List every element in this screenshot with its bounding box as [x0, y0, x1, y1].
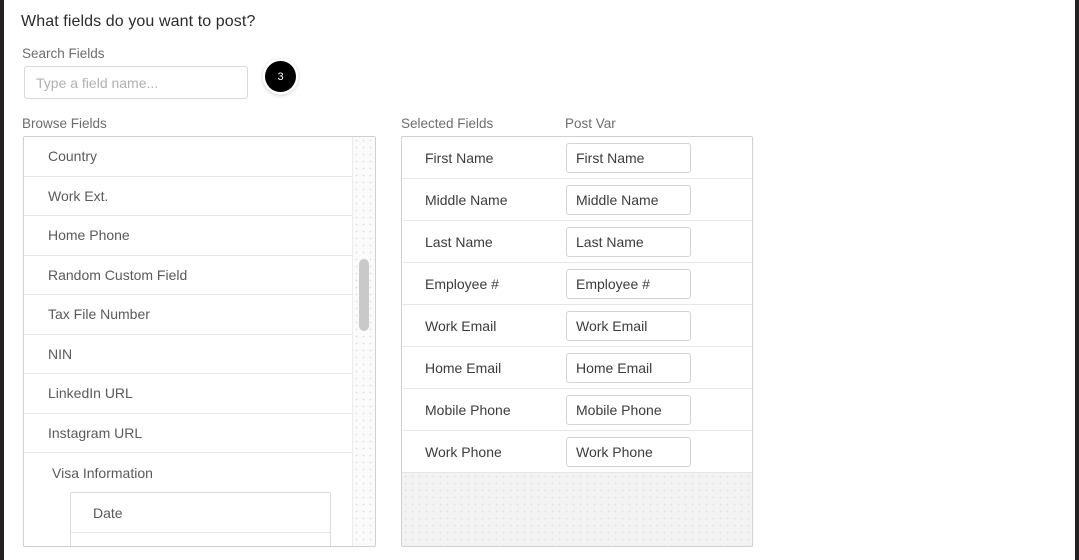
selected-field-row[interactable]: Home Email — [402, 347, 752, 389]
selected-field-name: Employee # — [425, 275, 499, 292]
selected-field-name: Middle Name — [425, 191, 508, 208]
browse-subgroup-panel: Date — [70, 492, 331, 546]
post-var-input[interactable] — [566, 268, 691, 299]
browse-list-item[interactable]: Instagram URL — [24, 413, 353, 453]
page-frame: What fields do you want to post? Search … — [0, 0, 1079, 560]
post-var-input[interactable] — [566, 352, 691, 383]
step-badge: 3 — [265, 61, 296, 92]
browse-list-item[interactable]: Home Phone — [24, 216, 353, 256]
browse-list-item[interactable]: Random Custom Field — [24, 255, 353, 295]
search-input[interactable] — [24, 66, 248, 99]
post-var-input[interactable] — [566, 436, 691, 467]
browse-group-title[interactable]: Visa Information — [24, 453, 353, 492]
selected-field-name: Mobile Phone — [425, 401, 511, 418]
browse-list-item[interactable]: LinkedIn URL — [24, 374, 353, 414]
post-var-label: Post Var — [565, 116, 616, 131]
post-var-input[interactable] — [566, 394, 691, 425]
selected-field-row[interactable]: First Name — [402, 137, 752, 179]
selected-field-row[interactable]: Work Email — [402, 305, 752, 347]
browse-fields-scroll-area[interactable]: Country Work Ext. Home Phone Random Custom … — [24, 137, 375, 546]
selected-field-name: First Name — [425, 149, 494, 166]
selected-field-name: Home Email — [425, 359, 502, 376]
form-canvas: What fields do you want to post? Search … — [4, 0, 1075, 560]
browse-group-visa-information: Visa Information Date — [24, 453, 353, 546]
selected-field-row[interactable]: Employee # — [402, 263, 752, 305]
browse-fields-list: Country Work Ext. Home Phone Random Custom … — [24, 137, 353, 546]
step-badge-number: 3 — [277, 70, 284, 83]
browse-list-item[interactable]: Work Ext. — [24, 176, 353, 216]
selected-field-row[interactable]: Last Name — [402, 221, 752, 263]
selected-fields-label: Selected Fields — [401, 116, 494, 131]
post-var-input[interactable] — [566, 184, 691, 215]
browse-subgroup-item[interactable]: Date — [71, 493, 330, 533]
browse-scrollbar-track[interactable] — [352, 137, 375, 546]
field-dropzone[interactable] — [402, 473, 752, 546]
selected-field-row[interactable]: Middle Name — [402, 179, 752, 221]
selected-field-row[interactable]: Mobile Phone — [402, 389, 752, 431]
page-title: What fields do you want to post? — [21, 13, 256, 30]
selected-fields-list: First Name Middle Name Last Name Employee #… — [402, 137, 752, 473]
browse-list-item[interactable]: NIN — [24, 334, 353, 374]
browse-fields-panel: Country Work Ext. Home Phone Random Custom … — [23, 136, 376, 547]
browse-scrollbar-thumb[interactable] — [359, 259, 369, 331]
post-var-input[interactable] — [566, 226, 691, 257]
browse-subgroup-item[interactable] — [71, 533, 330, 546]
browse-fields-label: Browse Fields — [22, 116, 107, 131]
selected-field-name: Work Phone — [425, 443, 502, 460]
selected-field-name: Last Name — [425, 233, 493, 250]
post-var-input[interactable] — [566, 142, 691, 173]
selected-field-name: Work Email — [425, 317, 497, 334]
selected-field-row[interactable]: Work Phone — [402, 431, 752, 473]
browse-list-item[interactable]: Country — [24, 137, 353, 177]
browse-list-item[interactable]: Tax File Number — [24, 295, 353, 335]
search-fields-label: Search Fields — [22, 46, 105, 61]
selected-fields-panel: First Name Middle Name Last Name Employee #… — [401, 136, 753, 547]
post-var-input[interactable] — [566, 310, 691, 341]
